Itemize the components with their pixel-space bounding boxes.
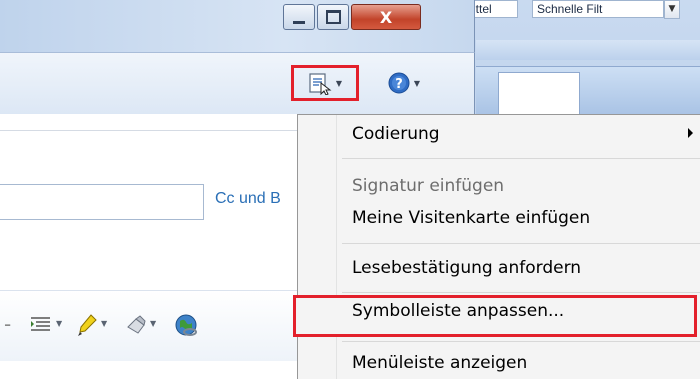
chevron-down-icon[interactable]: ▼ <box>56 319 62 328</box>
chevron-down-icon[interactable]: ▼ <box>664 0 680 19</box>
background-content <box>498 72 580 120</box>
menu-item-label: Symbolleiste anpassen... <box>352 301 565 321</box>
chevron-down-icon[interactable]: ▼ <box>150 319 156 328</box>
background-field[interactable]: ittel <box>468 0 518 18</box>
minimize-button[interactable] <box>283 4 315 30</box>
submenu-arrow-icon <box>688 128 693 138</box>
menu-separator <box>342 341 700 342</box>
close-button[interactable]: X <box>351 4 421 30</box>
indent-list-icon[interactable] <box>30 315 52 335</box>
svg-text:?: ? <box>395 77 403 92</box>
chevron-down-icon: ▼ <box>413 78 421 88</box>
menu-separator <box>342 158 700 159</box>
chevron-down-icon: ▼ <box>335 78 343 88</box>
maximize-button[interactable] <box>317 4 349 30</box>
title-bar: X <box>0 0 475 52</box>
tools-menu-button[interactable]: ▼ <box>291 65 359 101</box>
menu-item-label: Signatur einfügen <box>352 176 505 196</box>
globe-link-icon[interactable] <box>174 313 200 339</box>
window-controls: X <box>283 4 423 30</box>
menu-item-menueleiste-anzeigen[interactable]: Menüleiste anzeigen <box>298 347 700 381</box>
menu-item-symbolleiste-anpassen[interactable]: Symbolleiste anpassen... <box>293 295 697 337</box>
minimize-icon <box>293 20 305 24</box>
document-cursor-icon <box>309 73 332 95</box>
menu-item-codierung[interactable]: Codierung <box>298 118 700 152</box>
menu-item-label: Menüleiste anzeigen <box>352 353 528 373</box>
background-toolbar-strip <box>476 40 700 60</box>
to-field[interactable] <box>0 184 204 220</box>
menu-item-label: Meine Visitenkarte einfügen <box>352 208 591 228</box>
chevron-down-icon[interactable]: ▼ <box>101 319 107 328</box>
menu-item-visitenkarte-einfuegen[interactable]: Meine Visitenkarte einfügen <box>298 202 700 236</box>
help-button[interactable]: ? ▼ <box>380 65 428 101</box>
separator-dash: - <box>4 312 12 336</box>
quick-filter-text: Schnelle Filt <box>537 2 603 16</box>
menu-item-label: Codierung <box>352 124 440 144</box>
menu-item-lesebestaetigung[interactable]: Lesebestätigung anfordern <box>298 252 700 286</box>
maximize-icon <box>325 10 341 24</box>
menu-separator <box>342 292 700 293</box>
close-icon: X <box>379 7 393 27</box>
quick-filter-field[interactable]: Schnelle Filt <box>532 0 664 18</box>
menu-gutter <box>336 115 337 379</box>
main-toolbar: ▼ ? ▼ <box>0 52 475 115</box>
background-field-text: ittel <box>473 2 492 16</box>
cc-bcc-link[interactable]: Cc und B <box>215 190 281 208</box>
help-circle-icon: ? <box>388 72 410 94</box>
menu-separator <box>342 243 700 244</box>
highlighter-pen-icon[interactable] <box>76 313 98 337</box>
menu-item-label: Lesebestätigung anfordern <box>352 258 582 278</box>
menu-item-signatur-einfuegen: Signatur einfügen <box>298 170 700 204</box>
stamp-icon[interactable] <box>124 313 148 337</box>
context-menu: Codierung Signatur einfügen Meine Visite… <box>293 114 700 381</box>
